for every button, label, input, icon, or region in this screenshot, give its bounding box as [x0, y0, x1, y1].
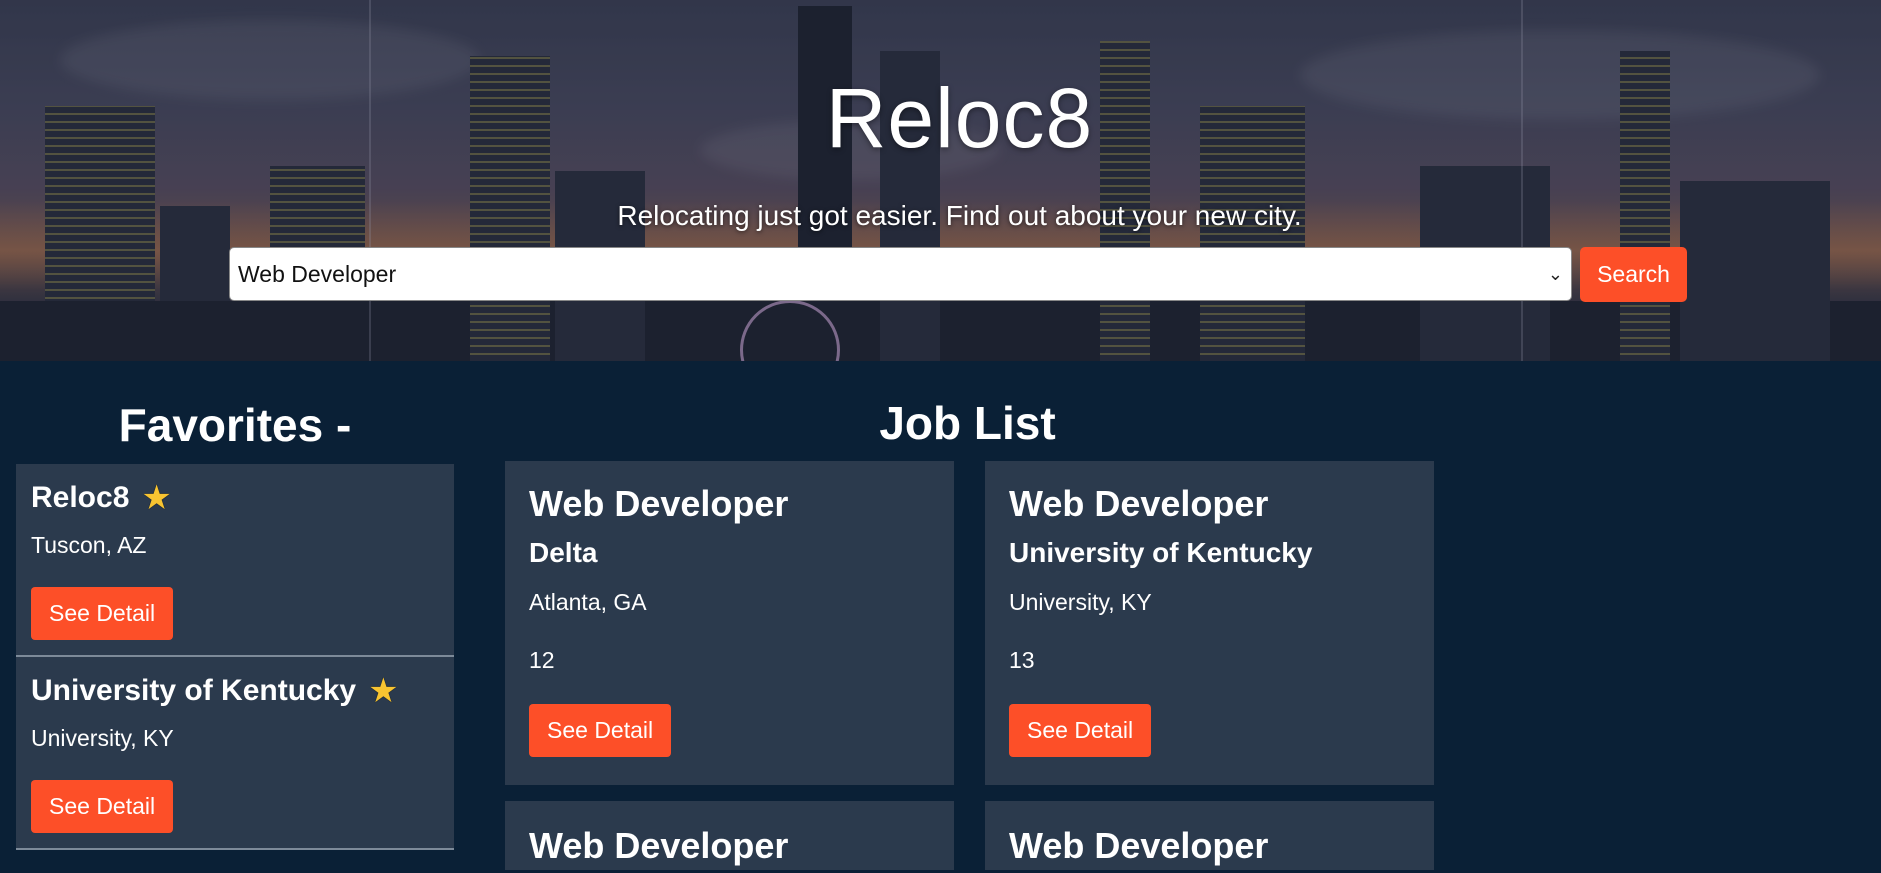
job-title: Web Developer	[529, 825, 789, 866]
see-detail-button[interactable]: See Detail	[31, 780, 174, 833]
site-title: Reloc8	[825, 71, 1094, 165]
favorite-card: University of Kentucky ★ University, KY …	[16, 657, 454, 850]
job-number: 12	[529, 647, 555, 673]
job-card: Web Developer University of Kentucky Uni…	[985, 461, 1434, 785]
job-location: Atlanta, GA	[529, 589, 647, 615]
job-card: Web Developer	[505, 801, 954, 870]
job-company: University of Kentucky	[1009, 537, 1313, 568]
hero-overlay	[0, 0, 1881, 361]
job-card: Web Developer Delta Atlanta, GA 12 See D…	[505, 461, 954, 785]
favorite-card: Reloc8 ★ Tuscon, AZ See Detail	[16, 464, 454, 657]
job-company: Delta	[529, 537, 598, 568]
hero-banner: Reloc8 Relocating just got easier. Find …	[0, 0, 1881, 361]
see-detail-button[interactable]: See Detail	[1009, 704, 1152, 757]
job-card: Web Developer	[985, 801, 1434, 870]
job-title: Web Developer	[529, 483, 789, 524]
job-title: Web Developer	[1009, 483, 1269, 524]
favorite-name: University of Kentucky	[31, 674, 357, 707]
favorites-heading: Favorites -	[118, 399, 352, 451]
chevron-down-icon: ⌄	[1547, 264, 1563, 284]
star-icon[interactable]: ★	[141, 478, 171, 518]
job-list-heading: Job List	[879, 397, 1056, 449]
job-location: University, KY	[1009, 589, 1152, 615]
search-button[interactable]: Search	[1580, 247, 1687, 302]
favorite-location: University, KY	[31, 725, 174, 751]
job-title: Web Developer	[1009, 825, 1269, 866]
star-icon[interactable]: ★	[368, 671, 398, 711]
favorite-location: Tuscon, AZ	[31, 532, 147, 558]
job-select-value: Web Developer	[238, 261, 397, 287]
site-tagline: Relocating just got easier. Find out abo…	[617, 200, 1302, 231]
job-select-dropdown[interactable]: Web Developer ⌄	[229, 247, 1572, 301]
see-detail-button[interactable]: See Detail	[31, 587, 174, 640]
favorites-list: Reloc8 ★ Tuscon, AZ See Detail Universit…	[16, 464, 454, 850]
see-detail-button[interactable]: See Detail	[529, 704, 672, 757]
favorite-name: Reloc8	[31, 481, 130, 514]
job-number: 13	[1009, 647, 1035, 673]
